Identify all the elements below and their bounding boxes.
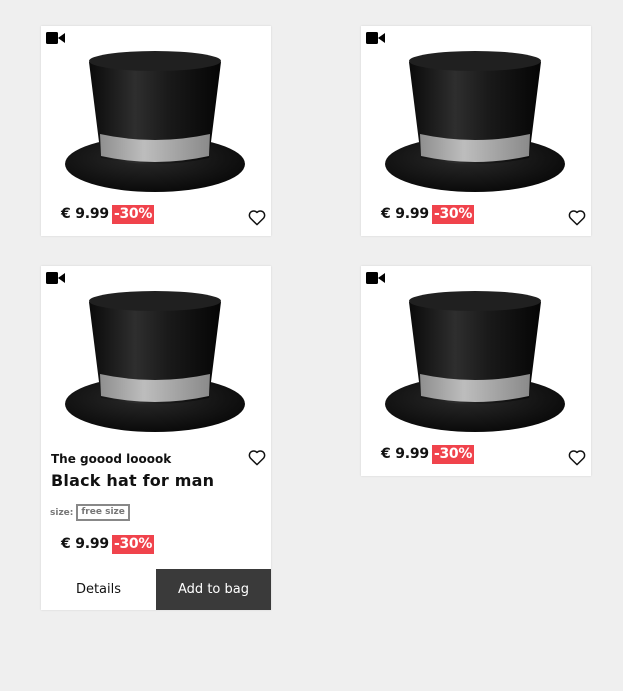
product-price: € 9.99 [381,206,429,222]
product-title: Black hat for man [51,471,215,490]
discount-badge: -30% [431,444,475,464]
price-row: € 9.99 -30% [381,444,475,464]
card-actions: Details Add to bag [41,569,271,610]
price-row: € 9.99 -30% [61,204,155,224]
discount-badge: -30% [111,204,155,224]
size-option[interactable]: free size [76,504,130,521]
add-to-bag-button[interactable]: Add to bag [156,569,271,610]
product-image[interactable] [63,288,247,434]
size-row: size: free size [50,504,130,521]
video-camera-icon [46,272,65,284]
product-card-expanded[interactable]: The goood looook Black hat for man size:… [41,266,271,610]
product-price: € 9.99 [61,206,109,222]
product-price: € 9.99 [61,536,109,552]
price-row: € 9.99 -30% [381,204,475,224]
video-camera-icon [46,32,65,44]
product-image[interactable] [383,288,567,434]
price-row: € 9.99 -30% [61,534,155,554]
discount-badge: -30% [431,204,475,224]
size-label: size: [50,507,74,518]
heart-outline-icon[interactable] [568,209,586,226]
video-camera-icon [366,272,385,284]
product-card[interactable]: € 9.99 -30% [361,26,591,236]
heart-outline-icon[interactable] [248,209,266,226]
product-card[interactable]: € 9.99 -30% [41,26,271,236]
product-image[interactable] [383,48,567,194]
product-price: € 9.99 [381,446,429,462]
product-card[interactable]: € 9.99 -30% [361,266,591,476]
product-brand: The goood looook [51,452,172,466]
heart-outline-icon[interactable] [248,449,266,466]
heart-outline-icon[interactable] [568,449,586,466]
video-camera-icon [366,32,385,44]
product-image[interactable] [63,48,247,194]
details-button[interactable]: Details [41,569,156,610]
discount-badge: -30% [111,534,155,554]
